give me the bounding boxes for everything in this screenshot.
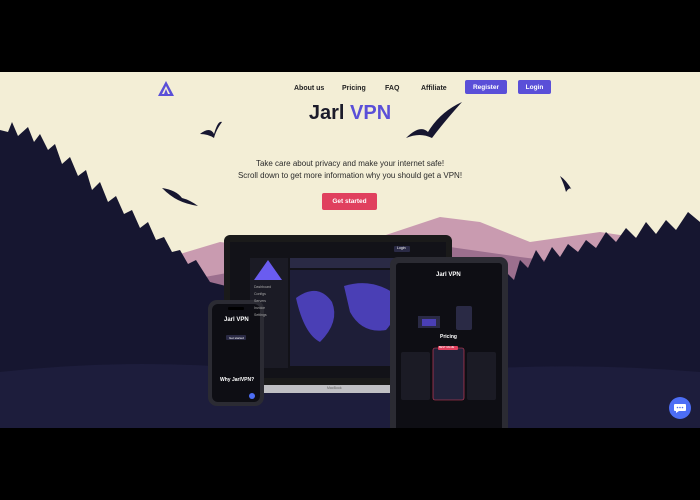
tablet-title: Jarl VPN [436,272,461,278]
tablet-hero-screen [422,319,436,326]
tablet-hero-tablet [456,306,472,330]
laptop-login-label: Login [397,246,406,250]
pricing-card-featured [432,347,465,401]
chat-bubble-icon [674,404,686,413]
landing-page: About us Pricing FAQ Affiliate Register … [0,72,700,428]
phone-chat-icon [249,393,255,399]
phone-cta-label: Get started [229,336,244,340]
laptop-sidebar-item: Settings [254,313,267,317]
phone-notch [228,307,244,310]
laptop-sidebar-item: Dashboard [254,285,272,289]
device-mockups [208,235,508,428]
laptop-sidebar-item: Configs [254,292,266,296]
pricing-card [401,352,430,400]
tablet-pricing-heading: Pricing [440,334,457,340]
phone-section-heading: Why JarlVPN? [220,377,255,383]
laptop-brand-label: MacBook [327,386,342,390]
best-value-badge-label: BEST VALUE [439,346,455,349]
laptop-sidebar-item: Invoice [254,306,266,310]
chat-widget-button[interactable] [669,397,691,419]
phone-title: Jarl VPN [224,317,249,323]
laptop-sidebar-item: Servers [254,299,267,303]
pricing-card [467,352,496,400]
